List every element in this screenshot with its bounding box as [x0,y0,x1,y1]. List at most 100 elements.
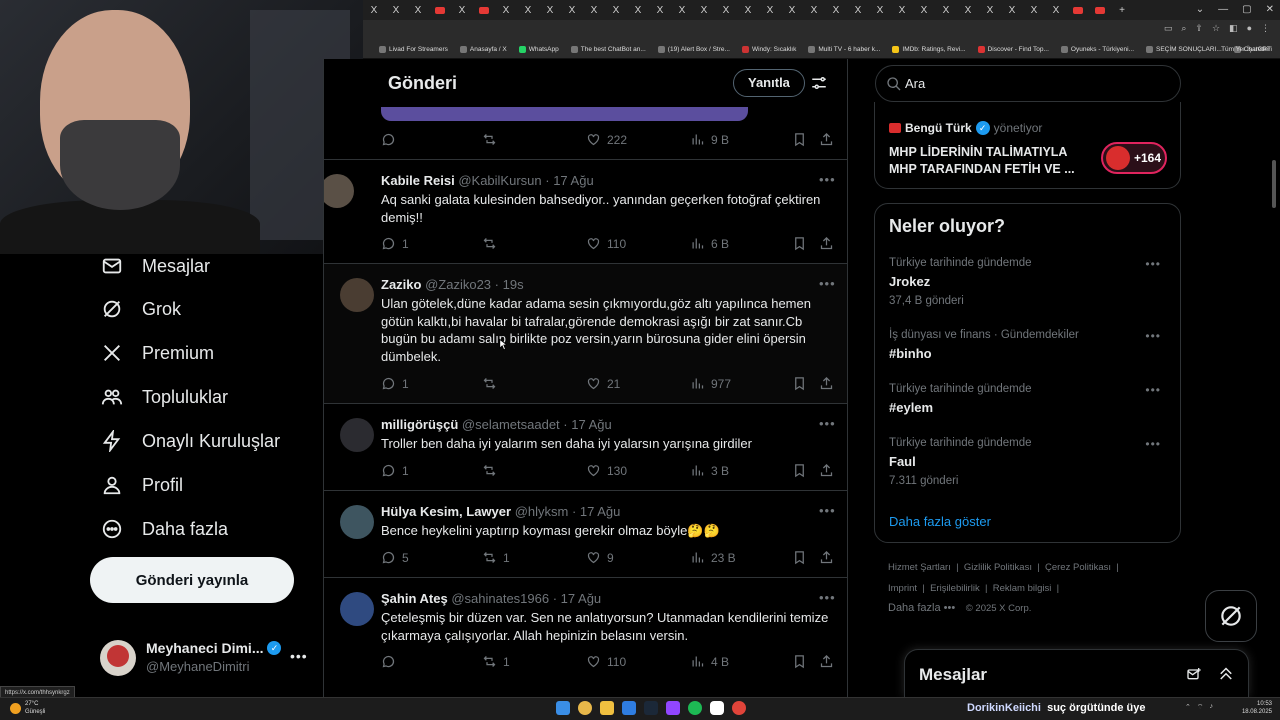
close-window-button[interactable]: ✕ [1266,0,1274,20]
spotify-icon[interactable] [688,701,702,715]
tweet-author-name[interactable]: Kabile Reisi [381,173,455,188]
tweet-author-handle[interactable]: @hlyksm [515,504,569,519]
page-scrollbar[interactable] [1272,160,1276,208]
tweet-author-name[interactable]: Şahin Ateş [381,591,448,606]
install-app-icon[interactable]: ▭ [1164,23,1173,34]
sidebar-item-communities[interactable]: Topluluklar [100,382,228,412]
bookmark-item[interactable]: Anasayfa / X [459,45,507,53]
bookmark-star-icon[interactable]: ☆ [1212,23,1220,34]
sidebar-item-premium[interactable]: Premium [100,338,214,368]
browser-tab[interactable]: X [913,0,935,20]
media-preview[interactable] [381,107,748,121]
browser-tab-youtube[interactable] [1089,0,1111,20]
sidebar-item-profile[interactable]: Profil [100,470,183,500]
reply-icon[interactable] [381,132,396,147]
search-input[interactable]: Ara [875,65,1181,102]
bookmark-icon[interactable] [792,376,807,391]
bookmark-icon[interactable] [792,132,807,147]
grok-floating-button[interactable] [1205,590,1257,642]
tweet-more-icon[interactable]: ••• [819,590,836,605]
views-button[interactable]: 977 [690,376,731,391]
messages-drawer[interactable]: Mesajlar [904,649,1249,697]
app-icon[interactable] [732,701,746,715]
browser-tab[interactable]: X [385,0,407,20]
footer-link[interactable]: Çerez Politikası [1045,562,1111,573]
footer-more-link[interactable]: Daha fazla ••• [888,602,955,614]
bookmark-icon[interactable] [792,654,807,669]
new-tab-button[interactable]: + [1111,0,1133,20]
weather-widget[interactable]: 27°C Güneşli [10,700,45,716]
browser-tab[interactable]: X [979,0,1001,20]
retweet-button[interactable] [482,376,503,391]
like-button[interactable]: 110 [586,654,626,669]
reply-button[interactable]: Yanıtla [733,69,805,97]
browser-menu-icon[interactable]: ⋮ [1261,23,1270,34]
profile-icon[interactable]: ● [1247,23,1252,34]
sidebar-item-grok[interactable]: Grok [100,294,181,324]
retweet-icon[interactable] [482,132,497,147]
browser-tab[interactable]: X [891,0,913,20]
browser-tab[interactable]: X [671,0,693,20]
footer-link[interactable]: Erişilebilirlik [930,583,980,594]
sidebar-item-verified-orgs[interactable]: Onaylı Kuruluşlar [100,426,280,456]
tweet-more-icon[interactable]: ••• [819,276,836,291]
bookmark-icon[interactable] [792,463,807,478]
retweet-button[interactable] [482,463,503,478]
retweet-button[interactable] [482,236,503,251]
views-button[interactable]: 9 B [690,132,729,147]
tweet-time[interactable]: 17 Ağu [580,504,621,519]
new-message-icon[interactable] [1185,666,1203,682]
tweet-item[interactable]: Hülya Kesim, Lawyer @hlyksm · 17 Ağu •••… [324,490,847,577]
like-button[interactable]: 130 [586,463,627,478]
trend-more-icon[interactable]: ••• [1145,383,1161,397]
tweet-more-icon[interactable]: ••• [819,172,836,187]
browser-tab[interactable]: X [605,0,627,20]
browser-tab[interactable]: X [803,0,825,20]
browser-tab[interactable]: X [737,0,759,20]
trend-more-icon[interactable]: ••• [1145,257,1161,271]
footer-link[interactable]: Gizlilik Politikası [964,562,1032,573]
browser-tab[interactable]: X [583,0,605,20]
tweet-time[interactable]: 17 Ağu [561,591,602,606]
bookmark-item[interactable]: WhatsApp [518,45,559,53]
reply-button[interactable]: 1 [381,463,409,478]
browser-tab[interactable]: X [825,0,847,20]
tweet-item[interactable]: Kabile Reisi @KabilKursun · 17 Ağu ••• A… [324,159,847,263]
address-bar-area[interactable]: ▭ ⌕ ⇪ ☆ ◧ ● ⋮ [363,20,1280,40]
browser-tab-youtube[interactable] [429,0,451,20]
browser-tab[interactable]: X [715,0,737,20]
promoted-card[interactable]: Bengü Türk ✓ yönetiyor MHP LİDERİNİN TAL… [874,102,1181,189]
bookmark-item[interactable]: The best ChatBot an... [570,45,646,53]
like-button[interactable]: 222 [586,132,627,147]
footer-link[interactable]: Reklam bilgisi [993,583,1052,594]
extensions-icon[interactable]: ◧ [1229,23,1238,34]
trend-item[interactable]: Türkiye tarihinde gündemde #eylem ••• [889,383,1169,415]
browser-tab[interactable]: X [363,0,385,20]
tweet-author-handle[interactable]: @KabilKursun [458,173,541,188]
twitch-icon[interactable] [666,701,680,715]
promo-live-badge[interactable]: +164 [1101,142,1167,174]
views-button[interactable]: 23 B [690,550,736,565]
bookmark-item[interactable]: Livad For Streamers [379,45,448,53]
tweet-time[interactable]: 19s [503,277,524,292]
trend-item[interactable]: İş dünyası ve finans · Gündemdekiler #bi… [889,329,1169,361]
chrome-icon[interactable] [578,701,592,715]
volume-icon[interactable]: ♪ [1209,703,1213,712]
share-icon[interactable] [819,132,834,147]
clock[interactable]: 10:53 18.08.2025 [1240,700,1272,716]
browser-tab[interactable]: X [693,0,715,20]
bookmark-icon[interactable] [792,236,807,251]
tweet-item[interactable]: Şahin Ateş @sahinates1966 · 17 Ağu ••• Ç… [324,577,847,697]
like-button[interactable]: 110 [586,236,626,251]
app-icon[interactable] [710,701,724,715]
views-button[interactable]: 4 B [690,654,729,669]
trend-item[interactable]: Türkiye tarihinde gündemde Faul 7.311 gö… [889,437,1169,487]
tweet-author-name[interactable]: Zaziko [381,277,421,292]
maximize-button[interactable]: ▢ [1242,0,1251,20]
browser-tab[interactable]: X [781,0,803,20]
browser-tab[interactable]: X [649,0,671,20]
sidebar-item-more[interactable]: Daha fazla [100,514,228,544]
views-button[interactable]: 6 B [690,236,729,251]
bookmark-icon[interactable] [792,550,807,565]
share-icon[interactable]: ⇪ [1195,23,1203,34]
